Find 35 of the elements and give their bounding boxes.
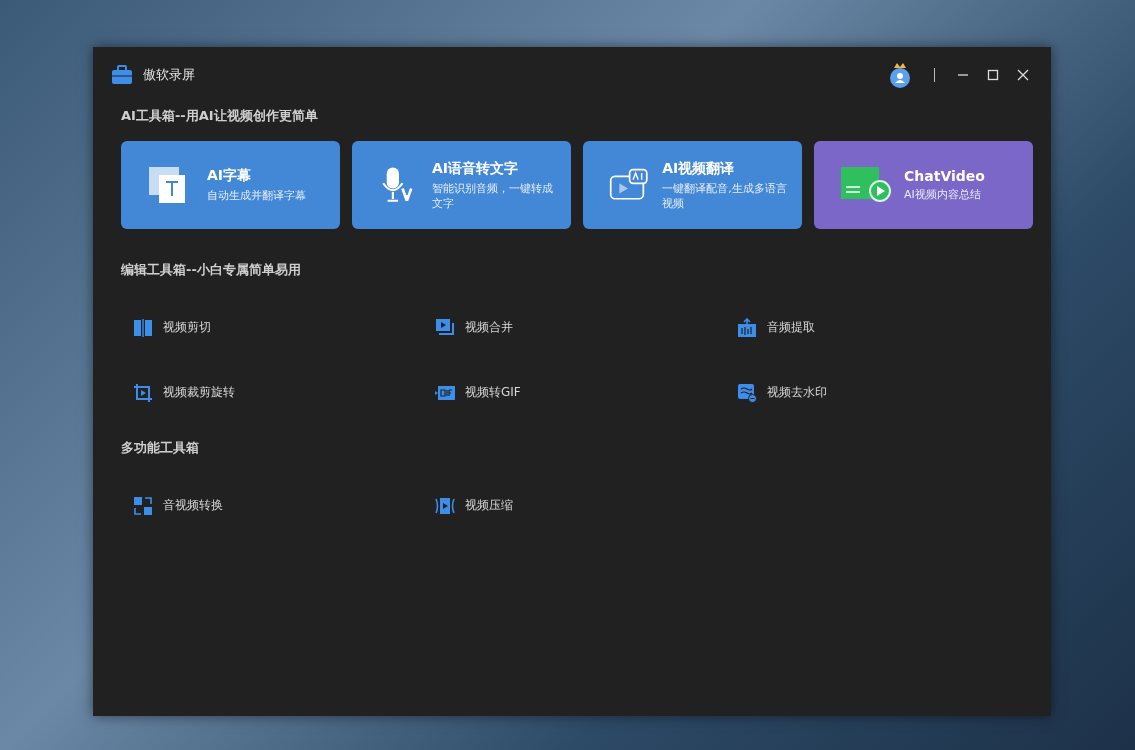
feature-card[interactable]: AI字幕 自动生成并翻译字幕 [121,141,340,229]
window-title: 傲软录屏 [143,66,196,84]
compress-icon [435,495,455,516]
tool-item[interactable]: 视频去水印 [725,360,1027,425]
toolbox-icon [111,65,133,85]
tool-item[interactable]: 视频裁剪旋转 [121,360,423,425]
card-description: AI视频内容总结 [904,187,982,202]
card-title: AI视频翻译 [662,159,736,178]
card-description: 自动生成并翻译字幕 [207,188,306,203]
tool-item[interactable]: 视频合并 [423,295,725,360]
maximize-icon [987,69,999,81]
tool-item[interactable]: 视频转GIF [423,360,725,425]
tool-item[interactable]: 视频剪切 [121,295,423,360]
audio-extract-icon [737,317,757,338]
tool-item[interactable]: 音频提取 [725,295,1027,360]
card-description: 一键翻译配音,生成多语言视频 [662,180,788,211]
crop-icon [133,382,153,403]
card-description: 智能识别音频，一键转成文字 [431,180,554,211]
card-title: AI字幕 [207,167,253,185]
feature-card[interactable]: AI语音转文字 智能识别音频，一键转成文字 [352,141,571,229]
card-title: ChatVideo [904,168,985,184]
watermark-remove-icon [737,382,757,403]
card-title: AI语音转文字 [431,159,519,178]
avatar-icon [888,62,912,88]
section-title: 多功能工具箱 [121,439,200,457]
video-stack-icon [435,317,455,338]
tool-item[interactable]: 视频压缩 [423,473,725,538]
section-title: AI工具箱--用AI让视频创作更简单 [121,107,319,125]
section-title: 编辑工具箱--小白专属简单易用 [121,261,302,279]
feature-card[interactable]: ChatVideo AI视频内容总结 [814,141,1033,229]
feature-card[interactable]: AI视频翻译 一键翻译配音,生成多语言视频 [583,141,802,229]
close-icon [1017,69,1029,81]
tool-item[interactable]: 音视频转换 [121,473,423,538]
convert-icon [133,495,153,516]
film-split-icon [133,317,153,338]
